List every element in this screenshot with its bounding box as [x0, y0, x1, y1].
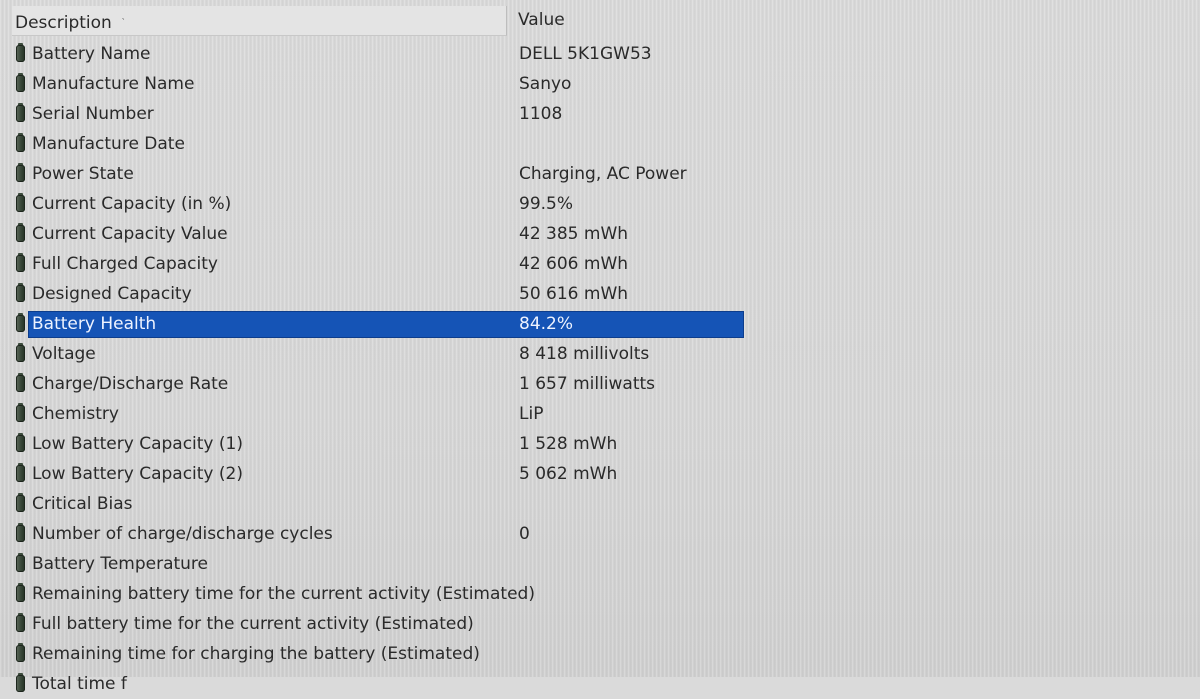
battery-icon [16, 193, 25, 212]
screen-background: Description ‵ Value Battery Name DELL 5K1G… [0, 0, 1200, 694]
battery-icon [16, 133, 25, 152]
row-value: Charging, AC Power [519, 164, 687, 184]
row-value: Sanyo [519, 74, 572, 94]
sort-indicator-icon: ‵ [121, 16, 125, 29]
battery-icon [16, 553, 25, 572]
table-row[interactable]: Remaining time for charging the battery … [0, 639, 1200, 669]
row-value: 42 385 mWh [519, 224, 629, 244]
battery-icon [16, 403, 25, 422]
table-row[interactable]: Manufacture Name Sanyo [0, 69, 1200, 99]
battery-icon [16, 493, 25, 512]
battery-icon [16, 463, 25, 482]
row-label: Full battery time for the current activi… [32, 614, 474, 634]
row-value: LiP [519, 404, 544, 424]
table-row[interactable]: Low Battery Capacity (2) 5 062 mWh [0, 459, 1200, 489]
battery-icon [16, 73, 25, 92]
battery-icon [16, 223, 25, 242]
battery-icon [16, 583, 25, 602]
column-header-value-label: Value [518, 10, 565, 30]
row-label: Number of charge/discharge cycles [32, 524, 333, 544]
table-row[interactable]: Chemistry LiP [0, 399, 1200, 429]
column-header-description-label: Description [15, 13, 112, 33]
row-label: Battery Name [32, 44, 151, 64]
table-header: Description ‵ Value [0, 6, 1200, 36]
table-row[interactable]: Remaining battery time for the current a… [0, 579, 1200, 609]
table-row[interactable]: Full battery time for the current activi… [0, 609, 1200, 639]
row-label: Serial Number [32, 104, 154, 124]
row-label: Designed Capacity [32, 284, 192, 304]
table-row[interactable]: Battery Name DELL 5K1GW53 [0, 39, 1200, 69]
row-value: DELL 5K1GW53 [519, 44, 652, 64]
battery-icon [16, 343, 25, 362]
row-label: Current Capacity Value [32, 224, 228, 244]
row-label: Remaining battery time for the current a… [32, 584, 535, 604]
table-row[interactable]: Charge/Discharge Rate 1 657 milliwatts [0, 369, 1200, 399]
row-label: Power State [32, 164, 134, 184]
table-row[interactable]: Critical Bias [0, 489, 1200, 519]
battery-icon [16, 673, 25, 692]
table-row[interactable]: Battery Temperature [0, 549, 1200, 579]
battery-icon [16, 253, 25, 272]
row-label: Chemistry [32, 404, 119, 424]
row-label: Battery Health [32, 314, 157, 334]
table-row[interactable]: Current Capacity (in %) 99.5% [0, 189, 1200, 219]
row-label: Battery Temperature [32, 554, 209, 574]
row-label: Manufacture Date [32, 134, 185, 154]
table-row[interactable]: Serial Number 1108 [0, 99, 1200, 129]
row-value: 0 [519, 524, 530, 544]
column-header-description[interactable]: Description ‵ [12, 6, 507, 36]
row-label: Low Battery Capacity (2) [32, 464, 243, 484]
row-label: Critical Bias [32, 494, 133, 514]
battery-icon [16, 103, 25, 122]
row-label: Voltage [32, 344, 96, 364]
row-label: Full Charged Capacity [32, 254, 218, 274]
table-row[interactable]: Total time f [0, 669, 1200, 699]
battery-icon [16, 613, 25, 632]
battery-icon [16, 523, 25, 542]
table-row[interactable]: Voltage 8 418 millivolts [0, 339, 1200, 369]
table-row[interactable]: Full Charged Capacity 42 606 mWh [0, 249, 1200, 279]
table-row[interactable]: Low Battery Capacity (1) 1 528 mWh [0, 429, 1200, 459]
battery-icon [16, 643, 25, 662]
row-value: 1 657 milliwatts [519, 374, 656, 394]
table-row[interactable]: Manufacture Date [0, 129, 1200, 159]
table-row[interactable]: Battery Health 84.2% [0, 309, 1200, 339]
battery-icon [16, 373, 25, 392]
table-row[interactable]: Number of charge/discharge cycles 0 [0, 519, 1200, 549]
row-label: Total time f [32, 674, 127, 694]
table-row[interactable]: Power State Charging, AC Power [0, 159, 1200, 189]
row-value: 8 418 millivolts [519, 344, 650, 364]
row-label: Charge/Discharge Rate [32, 374, 229, 394]
row-value: 99.5% [519, 194, 574, 214]
row-label: Remaining time for charging the battery … [32, 644, 480, 664]
row-label: Low Battery Capacity (1) [32, 434, 243, 454]
table-row[interactable]: Current Capacity Value 42 385 mWh [0, 219, 1200, 249]
row-label: Manufacture Name [32, 74, 195, 94]
table-row[interactable]: Designed Capacity 50 616 mWh [0, 279, 1200, 309]
battery-icon [16, 313, 25, 332]
row-label: Current Capacity (in %) [32, 194, 232, 214]
column-header-value[interactable]: Value [518, 6, 918, 36]
battery-icon [16, 43, 25, 62]
row-value: 5 062 mWh [519, 464, 618, 484]
row-value: 50 616 mWh [519, 284, 629, 304]
row-value: 1 528 mWh [519, 434, 618, 454]
row-value: 42 606 mWh [519, 254, 629, 274]
battery-icon [16, 283, 25, 302]
battery-icon [16, 433, 25, 452]
row-value: 84.2% [519, 314, 574, 334]
battery-icon [16, 163, 25, 182]
row-value: 1108 [519, 104, 563, 124]
